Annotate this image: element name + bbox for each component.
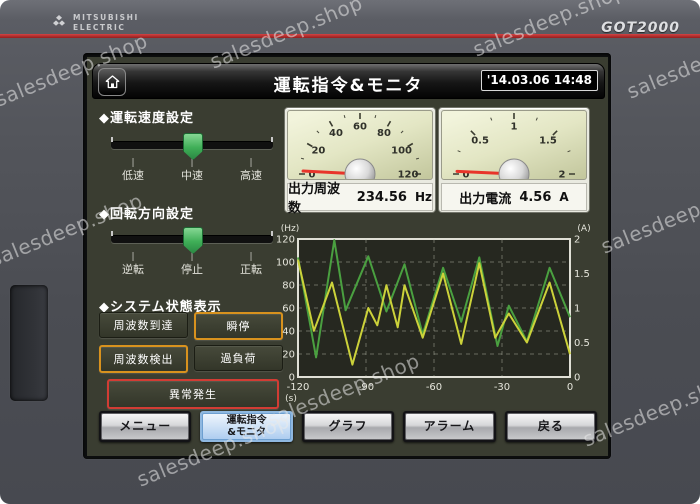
mitsubishi-diamonds-icon: [53, 15, 65, 26]
nav-button-label: 運転指令 &モニタ: [202, 413, 291, 440]
model-logo: GOT2000: [601, 20, 680, 36]
direction-slider: | 逆転 | 停止 | 正転: [111, 227, 273, 276]
brand-line2: ELECTRIC: [73, 23, 126, 33]
nav-button-label: 戻る: [506, 413, 596, 440]
direction-slider-labels: | 逆転 | 停止 | 正転: [111, 252, 273, 276]
svg-text:-30: -30: [494, 382, 510, 393]
nav-button-5[interactable]: 戻る: [504, 411, 598, 442]
svg-text:-60: -60: [426, 382, 442, 393]
svg-text:120: 120: [277, 235, 295, 246]
svg-text:40: 40: [329, 128, 343, 139]
slider-tick: | 低速: [122, 158, 144, 182]
svg-text:120: 120: [398, 170, 419, 180]
direction-slider-track[interactable]: [111, 227, 273, 254]
frequency-gauge-panel: 0 20 40 60 80 100 120 出力周波数 234.56 Hz: [284, 107, 436, 216]
nav-button-2[interactable]: 運転指令 &モニタ: [200, 411, 293, 442]
svg-text:100: 100: [277, 258, 295, 269]
speed-slider-labels: | 低速 | 中速 | 高速: [111, 158, 273, 182]
screen-header: 運転指令&モニタ '14.03.06 14:48: [92, 63, 605, 99]
status-lamp: 瞬停: [194, 312, 283, 340]
nav-button-label: アラーム: [405, 413, 494, 440]
slider-tick-label: 高速: [240, 168, 262, 182]
gauge-value: 234.56: [356, 189, 407, 205]
lcd-screen: 運転指令&モニタ '14.03.06 14:48 ◆運転速度設定 | 低速 | 中速 |…: [87, 57, 608, 456]
gauge-readout: 出力電流 4.56 A: [441, 183, 587, 211]
nav-button-3[interactable]: グラフ: [301, 411, 395, 442]
svg-text:1.5: 1.5: [539, 136, 557, 147]
svg-text:40: 40: [282, 327, 295, 338]
clock-display: '14.03.06 14:48: [480, 70, 598, 91]
svg-text:1.5: 1.5: [574, 269, 590, 280]
status-lamp: 異常発生: [107, 379, 279, 409]
slider-tick: | 中速: [181, 158, 203, 182]
gauge-value: 4.56: [519, 189, 552, 205]
svg-text:-120: -120: [287, 382, 310, 393]
direction-slider-handle[interactable]: [183, 227, 203, 254]
speed-slider: | 低速 | 中速 | 高速: [111, 133, 273, 182]
speed-section-title: ◆運転速度設定: [99, 111, 194, 126]
current-gauge-panel: 0 0.5 1 1.5 2 出力電流 4.56 A: [438, 107, 590, 213]
svg-text:1: 1: [511, 122, 518, 133]
slider-tick: | 停止: [181, 252, 203, 276]
brand-line1: MITSUBISHI: [73, 13, 139, 22]
svg-text:60: 60: [282, 304, 295, 315]
gauge-unit: A: [559, 190, 569, 204]
slider-tick-label: 低速: [122, 168, 144, 182]
svg-text:0: 0: [567, 382, 573, 393]
slider-tick: | 高速: [240, 158, 262, 182]
svg-text:0: 0: [574, 373, 580, 384]
speed-slider-handle[interactable]: [183, 133, 203, 160]
gauge-face: 0 0.5 1 1.5 2: [441, 110, 587, 180]
gauge-name: 出力周波数: [288, 182, 341, 216]
gauge-name: 出力電流: [459, 191, 512, 207]
svg-text:80: 80: [282, 281, 295, 292]
svg-text:20: 20: [282, 350, 295, 361]
speed-slider-track[interactable]: [111, 133, 273, 160]
slider-tick-label: 停止: [181, 262, 203, 276]
slider-tick-label: 逆転: [122, 262, 144, 276]
status-lamp-grid: 周波数到達 瞬停 周波数検出 過負荷異常発生: [99, 312, 283, 409]
nav-button-label: グラフ: [303, 413, 393, 440]
svg-text:(A): (A): [577, 224, 590, 234]
svg-text:80: 80: [377, 128, 391, 139]
direction-section-title: ◆回転方向設定: [99, 207, 194, 222]
slider-tick: | 正転: [240, 252, 262, 276]
slider-tick: | 逆転: [122, 252, 144, 276]
svg-text:2: 2: [559, 170, 566, 180]
svg-text:(Hz): (Hz): [281, 224, 300, 234]
slider-tick-label: 中速: [181, 168, 203, 182]
nav-button-label: メニュー: [101, 413, 190, 440]
svg-text:20: 20: [311, 146, 325, 157]
svg-text:0.5: 0.5: [574, 338, 590, 349]
svg-text:(s): (s): [285, 394, 297, 403]
status-lamp: 周波数検出: [99, 345, 188, 373]
hmi-device: MITSUBISHI ELECTRIC GOT2000 運転指令&モニタ '14…: [0, 0, 700, 504]
svg-text:60: 60: [353, 122, 367, 133]
svg-text:-90: -90: [358, 382, 374, 393]
svg-text:1: 1: [574, 304, 580, 315]
gauge-unit: Hz: [414, 190, 432, 204]
nav-button-4[interactable]: アラーム: [403, 411, 496, 442]
slider-tick-label: 正転: [240, 262, 262, 276]
gauge-face: 0 20 40 60 80 100 120: [287, 110, 433, 180]
nav-button-1[interactable]: メニュー: [99, 411, 192, 442]
svg-text:0.5: 0.5: [471, 136, 489, 147]
bezel-side-slot: [10, 285, 48, 401]
navigation-button-row: メニュー 運転指令 &モニタ グラフ アラーム 戻る: [99, 411, 598, 442]
gauge-readout: 出力周波数 234.56 Hz: [287, 182, 433, 216]
trend-chart: 02040608010012000.511.52-120 -90 -60 -30 0(H…: [277, 224, 591, 403]
status-lamp: 過負荷: [194, 345, 283, 371]
watermark: salesdeep.shop: [597, 175, 700, 259]
svg-text:100: 100: [391, 146, 412, 157]
svg-text:2: 2: [574, 235, 580, 246]
status-lamp: 周波数到達: [99, 312, 188, 338]
mitsubishi-logo: MITSUBISHI ELECTRIC: [50, 13, 139, 33]
bezel-red-stripe: [0, 34, 700, 38]
